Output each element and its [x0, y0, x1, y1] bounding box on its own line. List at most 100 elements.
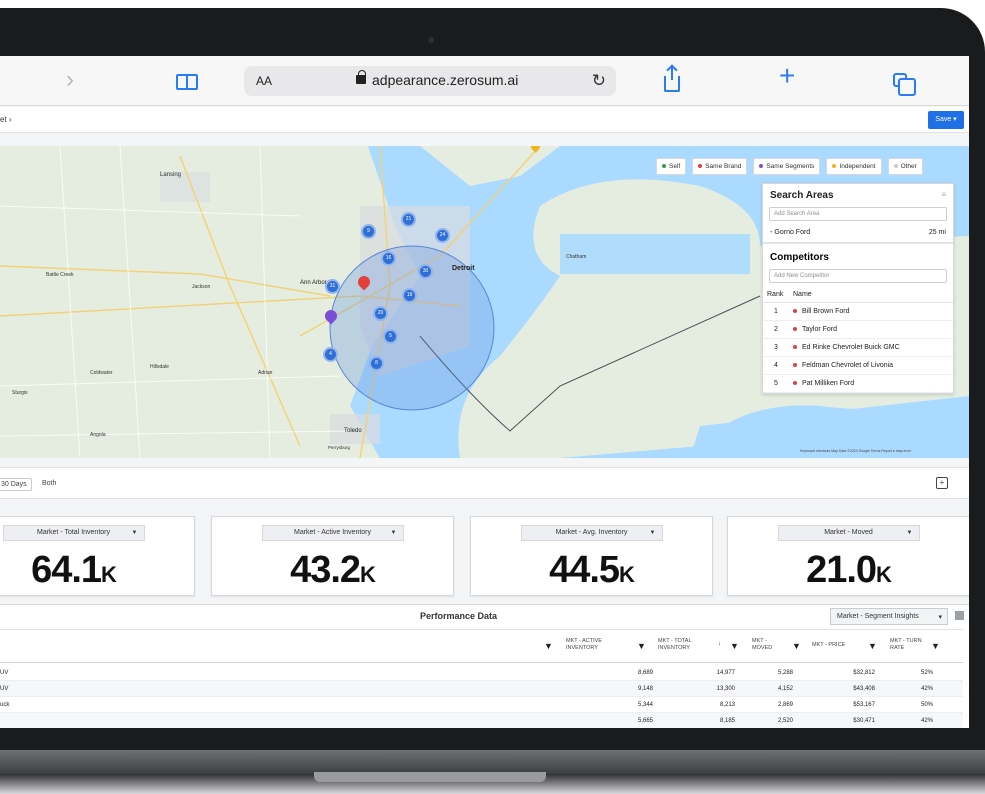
map-label: Battle Creek [46, 272, 74, 278]
competitor-dot [793, 381, 797, 386]
laptop-device: › AA adpearance.zerosum.ai ↻ + et › Save… [0, 0, 985, 794]
bookmarks-icon[interactable] [176, 74, 198, 90]
caret-down-icon: ▼ [906, 530, 913, 536]
laptop-hinge [314, 772, 546, 782]
col-total-inventory[interactable]: MKT - TOTAL INVENTORY [658, 638, 708, 652]
table-header: ▼ MKT - ACTIVE INVENTORY ▼ MKT - TOTAL I… [0, 629, 963, 663]
map-attribution: Keyboard shortcuts Map Data ©2024 Google… [800, 449, 912, 453]
period-filter-chip[interactable]: 30 Days [0, 478, 32, 491]
segment-insights-select[interactable]: Market - Segment Insights ▾ [830, 608, 948, 625]
legend-item-other[interactable]: Other [887, 158, 923, 175]
kpi-value: 21.0K [806, 549, 892, 591]
col-turn-rate[interactable]: MKT - TURN RATE [890, 638, 925, 652]
legend-dot [662, 164, 666, 169]
filter-icon[interactable]: ▼ [792, 641, 801, 651]
caret-down-icon: ▾ [938, 614, 942, 621]
competitor-row[interactable]: 3 Ed Rinke Chevrolet Buick GMC [763, 338, 953, 357]
legend-item-self[interactable]: Self [656, 158, 687, 175]
filter-icon[interactable]: ▼ [637, 641, 646, 651]
expand-icon[interactable]: + [936, 477, 948, 489]
laptop-base [0, 750, 985, 774]
legend-item-same-brand[interactable]: Same Brand [692, 158, 748, 175]
search-area-row[interactable]: • Gorno Ford 25 mi [763, 225, 953, 243]
kpi-metric-select[interactable]: Market - Avg. Inventory ▼ [520, 525, 663, 541]
table-row[interactable]: UV 9,148 13,300 4,152 $43,408 42% [0, 681, 963, 697]
map-label: Toledo [344, 428, 362, 434]
map-cluster-marker[interactable]: 8 [369, 356, 384, 371]
competitor-row[interactable]: 4 Feldman Chevrolet of Livonia [763, 356, 953, 375]
table-row[interactable]: 5,665 8,185 2,520 $30,471 42% [0, 713, 963, 728]
competitor-dot [793, 345, 797, 350]
filter-icon[interactable]: ▼ [730, 641, 739, 651]
caret-down-icon: ▼ [131, 530, 138, 536]
search-areas-title: Search Areas [770, 190, 834, 201]
map-cluster-marker[interactable]: 31 [325, 279, 340, 294]
map-cluster-marker[interactable]: 21 [401, 212, 416, 227]
area-name: Gorno Ford [774, 229, 811, 236]
map-label: Ann Arbor [300, 280, 327, 286]
legend-item-same-segments[interactable]: Same Segments [753, 158, 821, 175]
search-area-input[interactable]: Add Search Area [769, 207, 947, 221]
map-legend: Self Same Brand Same Segments Independen… [656, 158, 923, 175]
map-cluster-marker[interactable]: 30 [418, 264, 433, 279]
col-price[interactable]: MKT - PRICE [812, 642, 862, 649]
save-button[interactable]: Save ▾ [928, 111, 964, 129]
map-label: Jackson [192, 284, 211, 290]
kpi-card-moved: Market - Moved ▼ 21.0K [727, 516, 969, 596]
filter-icon[interactable]: ▼ [931, 641, 940, 651]
competitor-input[interactable]: Add New Competitor [769, 269, 947, 283]
sort-icon[interactable]: ↓ [718, 641, 721, 647]
address-bar[interactable]: AA adpearance.zerosum.ai ↻ [244, 66, 616, 96]
share-icon[interactable] [664, 66, 680, 92]
kpi-card-active-inventory: Market - Active Inventory ▼ 43.2K [211, 516, 454, 596]
map-cluster-marker[interactable]: 5 [383, 329, 398, 344]
area-dot-icon: • [770, 229, 773, 236]
kpi-metric-select[interactable]: Market - Active Inventory ▼ [261, 525, 404, 541]
table-row[interactable]: uck 5,344 8,213 2,869 $53,167 50% [0, 697, 963, 713]
back-chevron-icon[interactable]: › [66, 68, 74, 92]
col-rank[interactable]: Rank [763, 287, 789, 303]
kpi-metric-select[interactable]: Market - Moved ▼ [777, 525, 920, 541]
performance-title: Performance Data [420, 611, 498, 621]
legend-dot [893, 164, 898, 169]
performance-panel: Performance Data Market - Segment Insigh… [0, 604, 969, 728]
caret-down-icon: ▼ [649, 530, 656, 536]
breadcrumb[interactable]: et › [0, 115, 12, 124]
col-moved[interactable]: MKT - MOVED [752, 638, 782, 652]
legend-item-independent[interactable]: Independent [826, 158, 882, 175]
col-active-inventory[interactable]: MKT - ACTIVE INVENTORY [566, 638, 626, 652]
legend-dot [698, 164, 703, 169]
map-cluster-marker[interactable]: 19 [402, 288, 417, 303]
new-tab-plus-icon[interactable]: + [779, 62, 795, 90]
filter-icon[interactable]: ▼ [544, 641, 553, 651]
menu-icon[interactable] [955, 611, 964, 620]
reload-icon[interactable]: ↻ [592, 71, 606, 91]
kpi-metric-select[interactable]: Market - Total Inventory ▼ [2, 525, 145, 541]
competitor-dot [793, 309, 797, 314]
col-name[interactable]: Name [789, 287, 953, 303]
screen: › AA adpearance.zerosum.ai ↻ + et › Save… [0, 56, 969, 728]
competitor-row[interactable]: 2 Taylor Ford [763, 320, 953, 339]
app-toolbar: et › Save ▾ [0, 107, 969, 133]
text-size-button[interactable]: AA [256, 74, 272, 88]
table-row[interactable]: UV 8,689 14,977 5,288 $32,812 52% [0, 665, 963, 681]
competitor-row[interactable]: 5 Pat Milliken Ford [763, 374, 953, 393]
map-cluster-marker[interactable]: 16 [381, 251, 396, 266]
map-label: Chatham [566, 254, 586, 260]
map-cluster-marker[interactable]: 24 [435, 228, 450, 243]
map-cluster-marker[interactable]: 9 [361, 224, 376, 239]
map-label: Perrysburg [328, 445, 351, 450]
kpi-value: 64.1K [31, 549, 117, 591]
condition-filter[interactable]: Both [38, 478, 60, 489]
competitors-table: Rank Name 1 Bill Brown Ford 2 Taylor Ford … [763, 287, 953, 393]
kpi-card-avg-inventory: Market - Avg. Inventory ▼ 44.5K [470, 516, 713, 596]
map-cluster-marker[interactable]: 20 [373, 306, 388, 321]
filter-icon[interactable]: ▼ [868, 641, 877, 651]
competitor-row[interactable]: 1 Bill Brown Ford [763, 302, 953, 321]
camera-icon [428, 37, 434, 43]
collapse-icon[interactable]: ≡ [941, 190, 946, 201]
url-text[interactable]: adpearance.zerosum.ai [372, 72, 518, 88]
tabs-overview-icon[interactable] [893, 73, 916, 96]
competitor-dot [793, 327, 797, 332]
map-cluster-marker[interactable]: 4 [323, 347, 338, 362]
